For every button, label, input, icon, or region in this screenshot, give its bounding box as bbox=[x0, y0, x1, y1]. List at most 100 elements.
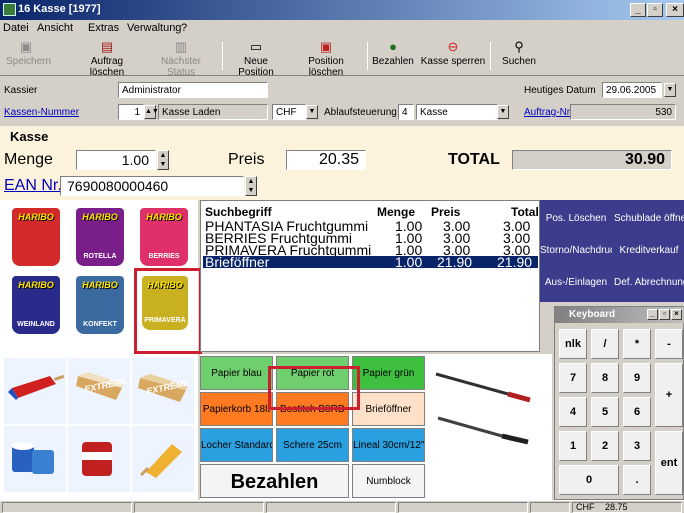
key-1[interactable]: 1 bbox=[559, 431, 587, 461]
keyboard-maximize-button[interactable]: ▫ bbox=[659, 309, 670, 320]
credit-sale-button[interactable]: Kreditverkauf bbox=[614, 236, 684, 266]
currency-dropdown-button[interactable]: ▼ bbox=[306, 105, 318, 119]
col-header-name[interactable]: Suchbegriff bbox=[205, 205, 272, 219]
maximize-button[interactable]: ▫ bbox=[647, 3, 663, 17]
total-label: TOTAL bbox=[448, 151, 500, 168]
settlement-button[interactable]: Def. Abrechnung bbox=[614, 268, 684, 298]
price-field[interactable]: 20.35 bbox=[286, 150, 366, 170]
key-enter[interactable]: ent bbox=[655, 431, 683, 495]
key-numlock[interactable]: nlk bbox=[559, 329, 587, 359]
register-name-field: Kasse Laden bbox=[158, 104, 268, 120]
category-button[interactable]: Papier blau bbox=[200, 356, 273, 390]
product-tile[interactable] bbox=[4, 426, 66, 492]
product-tile[interactable] bbox=[4, 358, 66, 424]
category-button[interactable]: Locher Standard bbox=[200, 428, 273, 462]
pay-button[interactable]: Bezahlen bbox=[200, 464, 349, 498]
key-plus[interactable]: + bbox=[655, 363, 683, 427]
menu-verwaltung[interactable]: Verwaltung bbox=[127, 22, 181, 34]
date-field[interactable]: 29.06.2005 bbox=[602, 82, 662, 98]
product-tile[interactable]: EXTRÊME bbox=[68, 358, 130, 424]
register-number-field[interactable]: 1 bbox=[118, 104, 144, 120]
menu-datei[interactable]: Datei bbox=[3, 22, 29, 34]
delete-position-button[interactable]: ▣ Position löschen bbox=[290, 38, 362, 79]
menu-ansicht[interactable]: Ansicht bbox=[37, 22, 73, 34]
status-bar: CHF 28.75 bbox=[0, 500, 684, 513]
date-dropdown-button[interactable]: ▼ bbox=[664, 83, 676, 97]
product-tile[interactable]: EXTRÊME bbox=[132, 358, 194, 424]
product-tile[interactable]: HARIBO bbox=[4, 202, 66, 268]
menu-help[interactable]: ? bbox=[181, 22, 187, 34]
menu-extras[interactable]: Extras bbox=[88, 22, 119, 34]
list-item-selected[interactable]: Brieföffner 1.00 21.90 21.90 bbox=[203, 255, 538, 269]
quantity-field[interactable]: 1.00 bbox=[76, 150, 156, 170]
next-status-button[interactable]: ▥ Nächster Status bbox=[146, 38, 216, 79]
total-field: 30.90 bbox=[512, 150, 672, 170]
key-2[interactable]: 2 bbox=[591, 431, 619, 461]
window-title: 16 Kasse [1977] bbox=[18, 3, 101, 15]
key-4[interactable]: 4 bbox=[559, 397, 587, 427]
quantity-spinner[interactable]: ▲ ▼ bbox=[157, 150, 169, 170]
register-number-link[interactable]: Kassen-Nummer bbox=[4, 107, 79, 118]
key-0[interactable]: 0 bbox=[559, 465, 619, 495]
save-button[interactable]: ▣ Speichern bbox=[6, 38, 51, 74]
key-9[interactable]: 9 bbox=[623, 363, 651, 393]
delete-order-button[interactable]: ▤ Auftrag löschen bbox=[74, 38, 140, 79]
lock-register-button[interactable]: ⊖ Kasse sperren bbox=[420, 38, 486, 74]
ean-spinner[interactable]: ▲ ▼ bbox=[245, 176, 257, 196]
key-3[interactable]: 3 bbox=[623, 431, 651, 461]
toolbar: ▣ Speichern ▤ Auftrag löschen ▥ Nächster… bbox=[0, 36, 684, 79]
pay-toolbar-button[interactable]: ● Bezahlen bbox=[370, 38, 416, 74]
letter-opener-image bbox=[435, 372, 531, 445]
register-spinner[interactable]: ▲▼ bbox=[144, 105, 159, 119]
keyboard-close-button[interactable]: × bbox=[671, 309, 682, 320]
flow-dropdown-button[interactable]: ▼ bbox=[497, 105, 509, 119]
cash-in-out-button[interactable]: Aus-/Einlagen bbox=[542, 268, 610, 298]
key-5[interactable]: 5 bbox=[591, 397, 619, 427]
order-list[interactable]: Suchbegriff Menge Preis Total PHANTASIA … bbox=[200, 200, 540, 352]
minimize-button[interactable]: _ bbox=[630, 3, 646, 17]
category-button[interactable]: Brieföffner bbox=[352, 392, 425, 426]
ean-field[interactable]: 7690080000460 bbox=[60, 176, 244, 196]
product-tile[interactable]: HARIBO WEINLAND bbox=[4, 270, 66, 336]
search-button[interactable]: ⚲ Suchen bbox=[496, 38, 542, 74]
close-button[interactable]: × bbox=[666, 3, 684, 17]
product-tile[interactable] bbox=[68, 426, 130, 492]
ean-link[interactable]: EAN Nr. bbox=[4, 177, 62, 195]
category-button[interactable]: Papier grün bbox=[352, 356, 425, 390]
key-multiply[interactable]: * bbox=[623, 329, 651, 359]
section-title: Kasse bbox=[0, 126, 684, 146]
flow-number-field[interactable]: 4 bbox=[398, 104, 414, 120]
numblock-button[interactable]: Numblock bbox=[352, 464, 425, 498]
storno-button[interactable]: Storno/Nachdruck bbox=[540, 236, 612, 266]
key-8[interactable]: 8 bbox=[591, 363, 619, 393]
key-6[interactable]: 6 bbox=[623, 397, 651, 427]
menu-bar: Datei Ansicht Extras Verwaltung ? bbox=[0, 20, 684, 36]
flow-select[interactable]: Kasse bbox=[416, 104, 498, 120]
keyboard-minimize-button[interactable]: _ bbox=[647, 309, 658, 320]
product-tile[interactable]: HARIBO BERRIES bbox=[132, 202, 194, 268]
category-button[interactable]: Lineal 30cm/12" bbox=[352, 428, 425, 462]
category-button[interactable]: Schere 25cm bbox=[276, 428, 349, 462]
key-divide[interactable]: / bbox=[591, 329, 619, 359]
key-7[interactable]: 7 bbox=[559, 363, 587, 393]
key-minus[interactable]: - bbox=[655, 329, 683, 359]
product-tile[interactable] bbox=[132, 426, 194, 492]
col-header-price[interactable]: Preis bbox=[431, 205, 460, 219]
selection-highlight bbox=[268, 366, 360, 410]
entry-panel: Menge 1.00 ▲ ▼ Preis 20.35 TOTAL 30.90 EA… bbox=[0, 146, 684, 200]
category-button[interactable]: Papierkorb 18lt bbox=[200, 392, 273, 426]
floppy-icon: ▣ bbox=[19, 39, 33, 54]
open-drawer-button[interactable]: Schublade öffnen bbox=[614, 204, 684, 234]
order-number-link[interactable]: Auftrag-Nr. bbox=[524, 107, 572, 118]
currency-select[interactable]: CHF bbox=[272, 104, 306, 120]
key-decimal[interactable]: . bbox=[623, 465, 651, 495]
product-tile[interactable]: HARIBO ROTELLA bbox=[68, 202, 130, 268]
new-position-button[interactable]: ▭ Neue Position bbox=[226, 38, 286, 79]
cashier-label: Kassier bbox=[4, 85, 38, 96]
col-header-qty[interactable]: Menge bbox=[377, 205, 415, 219]
cashier-field[interactable]: Administrator bbox=[118, 82, 268, 98]
col-header-total[interactable]: Total bbox=[511, 205, 539, 219]
product-tile[interactable]: HARIBO KONFEKT bbox=[68, 270, 130, 336]
product-image: HARIBO bbox=[12, 208, 60, 266]
delete-position-function-button[interactable]: Pos. Löschen bbox=[542, 204, 610, 234]
